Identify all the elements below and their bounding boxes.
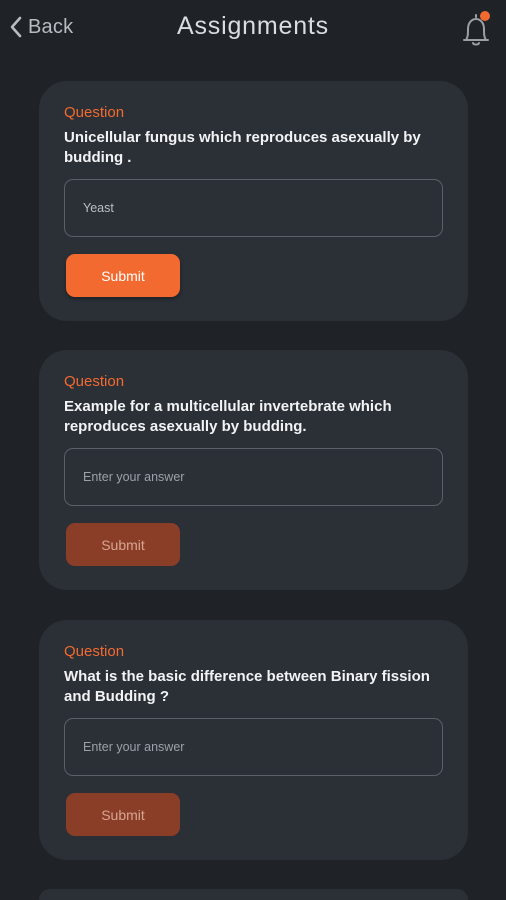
question-card-partial: [39, 889, 468, 900]
answer-input[interactable]: [64, 179, 443, 237]
answer-input[interactable]: [64, 718, 443, 776]
notifications-button[interactable]: [456, 10, 496, 48]
submit-button[interactable]: Submit: [66, 793, 180, 836]
question-card: Question Example for a multicellular inv…: [39, 350, 468, 590]
page-title: Assignments: [177, 12, 329, 40]
submit-button[interactable]: Submit: [66, 254, 180, 297]
question-text: Example for a multicellular invertebrate…: [64, 398, 392, 435]
question-label: Question: [64, 643, 125, 660]
notification-dot: [480, 11, 490, 21]
question-text: What is the basic difference between Bin…: [64, 668, 430, 705]
top-bar: Back Assignments: [0, 0, 506, 56]
question-text: Unicellular fungus which reproduces asex…: [64, 129, 421, 166]
bell-icon: [463, 11, 490, 46]
question-label: Question: [64, 373, 125, 390]
question-label: Question: [64, 104, 125, 121]
submit-button[interactable]: Submit: [66, 523, 180, 566]
answer-input[interactable]: [64, 448, 443, 506]
question-card: Question Unicellular fungus which reprod…: [39, 81, 468, 321]
question-card: Question What is the basic difference be…: [39, 620, 468, 860]
assignments-screen: Back Assignments Question Unicellular fu…: [0, 0, 506, 900]
